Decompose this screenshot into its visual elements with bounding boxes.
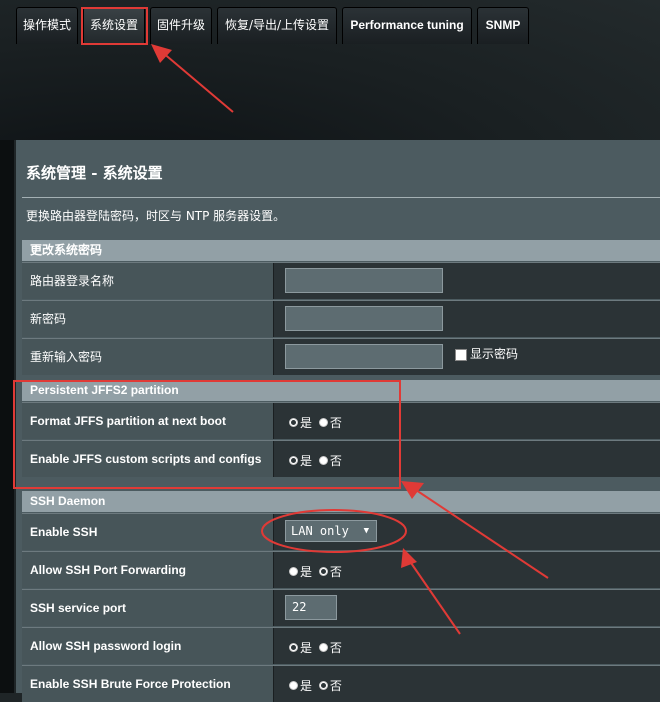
row-jffs-custom-scripts: Enable JFFS custom scripts and configs 是… [22, 440, 660, 477]
ssh-password-login-yes-radio[interactable] [289, 643, 298, 652]
ssh-port-forwarding-no-radio[interactable] [318, 567, 328, 576]
settings-panel: 系统管理 - 系统设置 更换路由器登陆密码，时区与 NTP 服务器设置。 更改系… [16, 140, 660, 702]
format-jffs-yes-radio[interactable] [289, 418, 298, 427]
tab-snmp[interactable]: SNMP [477, 7, 529, 44]
left-edge [0, 140, 14, 693]
jffs-custom-scripts-yes-label: 是 [300, 454, 313, 468]
ssh-port-forwarding-yes-label: 是 [300, 565, 313, 579]
router-login-name-input[interactable] [285, 268, 443, 293]
row-router-login-name: 路由器登录名称 [22, 262, 660, 299]
ssh-brute-force-radio-group: 是 否 [289, 677, 345, 694]
tab-firmware-upgrade[interactable]: 固件升级 [150, 7, 212, 44]
router-login-name-label: 路由器登录名称 [22, 263, 273, 299]
reenter-password-input[interactable] [285, 344, 443, 369]
ssh-password-login-yes-label: 是 [300, 641, 313, 655]
ssh-port-forwarding-yes-radio[interactable] [289, 567, 298, 576]
ssh-brute-force-no-radio[interactable] [318, 681, 328, 690]
ssh-service-port-input[interactable]: 22 [285, 595, 337, 620]
chevron-down-icon: ▼ [363, 526, 369, 536]
ssh-brute-force-label: Enable SSH Brute Force Protection [22, 666, 273, 702]
jffs-custom-scripts-label: Enable JFFS custom scripts and configs [22, 441, 273, 477]
ssh-brute-force-cell: 是 否 [273, 666, 660, 702]
router-login-name-cell [273, 263, 660, 299]
ssh-password-login-label: Allow SSH password login [22, 628, 273, 664]
reenter-password-label: 重新输入密码 [22, 339, 273, 375]
enable-ssh-label: Enable SSH [22, 514, 273, 550]
ssh-port-forwarding-label: Allow SSH Port Forwarding [22, 552, 273, 588]
row-reenter-password: 重新输入密码 显示密码 [22, 338, 660, 375]
tab-operation-mode[interactable]: 操作模式 [16, 7, 78, 44]
row-ssh-port-forwarding: Allow SSH Port Forwarding 是 否 [22, 551, 660, 588]
page-title: 系统管理 - 系统设置 [26, 164, 163, 182]
row-ssh-password-login: Allow SSH password login 是 否 [22, 627, 660, 664]
row-enable-ssh: Enable SSH LAN only ▼ [22, 513, 660, 550]
format-jffs-cell: 是 否 [273, 403, 660, 439]
row-ssh-service-port: SSH service port 22 [22, 589, 660, 626]
show-password-checkbox[interactable] [455, 348, 467, 361]
ssh-service-port-cell: 22 [273, 590, 660, 626]
ssh-password-login-cell: 是 否 [273, 628, 660, 664]
enable-ssh-select-value: LAN only [291, 524, 349, 538]
section-header-password: 更改系统密码 [22, 240, 660, 261]
format-jffs-radio-group: 是 否 [289, 414, 345, 431]
row-ssh-brute-force: Enable SSH Brute Force Protection 是 否 [22, 665, 660, 702]
show-password-label: 显示密码 [470, 347, 519, 361]
title-divider [22, 197, 660, 198]
enable-ssh-select[interactable]: LAN only ▼ [285, 520, 377, 542]
row-new-password: 新密码 [22, 300, 660, 337]
format-jffs-no-label: 否 [329, 416, 342, 430]
ssh-brute-force-yes-label: 是 [300, 679, 313, 693]
format-jffs-yes-label: 是 [300, 416, 313, 430]
page-description: 更换路由器登陆密码，时区与 NTP 服务器设置。 [26, 209, 286, 223]
ssh-port-forwarding-no-label: 否 [329, 565, 342, 579]
format-jffs-no-radio[interactable] [318, 418, 328, 427]
ssh-service-port-label: SSH service port [22, 590, 273, 626]
jffs-custom-scripts-radio-group: 是 否 [289, 452, 345, 469]
enable-ssh-cell: LAN only ▼ [273, 514, 660, 550]
section-header-ssh: SSH Daemon [22, 491, 660, 512]
ssh-brute-force-no-label: 否 [329, 679, 342, 693]
new-password-cell [273, 301, 660, 337]
jffs-custom-scripts-cell: 是 否 [273, 441, 660, 477]
show-password-toggle[interactable]: 显示密码 [455, 345, 518, 361]
row-format-jffs: Format JFFS partition at next boot 是 否 [22, 402, 660, 439]
ssh-password-login-no-radio[interactable] [318, 643, 328, 652]
format-jffs-label: Format JFFS partition at next boot [22, 403, 273, 439]
jffs-custom-scripts-no-radio[interactable] [318, 456, 328, 465]
ssh-port-forwarding-radio-group: 是 否 [289, 563, 345, 580]
section-header-jffs: Persistent JFFS2 partition [22, 380, 660, 401]
ssh-password-login-no-label: 否 [329, 641, 342, 655]
reenter-password-cell: 显示密码 [273, 339, 660, 375]
ssh-brute-force-yes-radio[interactable] [289, 681, 298, 690]
jffs-custom-scripts-yes-radio[interactable] [289, 456, 298, 465]
tab-restore-save-upload[interactable]: 恢复/导出/上传设置 [217, 7, 337, 44]
ssh-password-login-radio-group: 是 否 [289, 639, 345, 656]
new-password-input[interactable] [285, 306, 443, 331]
tab-system-settings[interactable]: 系统设置 [83, 7, 145, 44]
new-password-label: 新密码 [22, 301, 273, 337]
tab-performance-tuning[interactable]: Performance tuning [342, 7, 472, 44]
ssh-port-forwarding-cell: 是 否 [273, 552, 660, 588]
jffs-custom-scripts-no-label: 否 [329, 454, 342, 468]
